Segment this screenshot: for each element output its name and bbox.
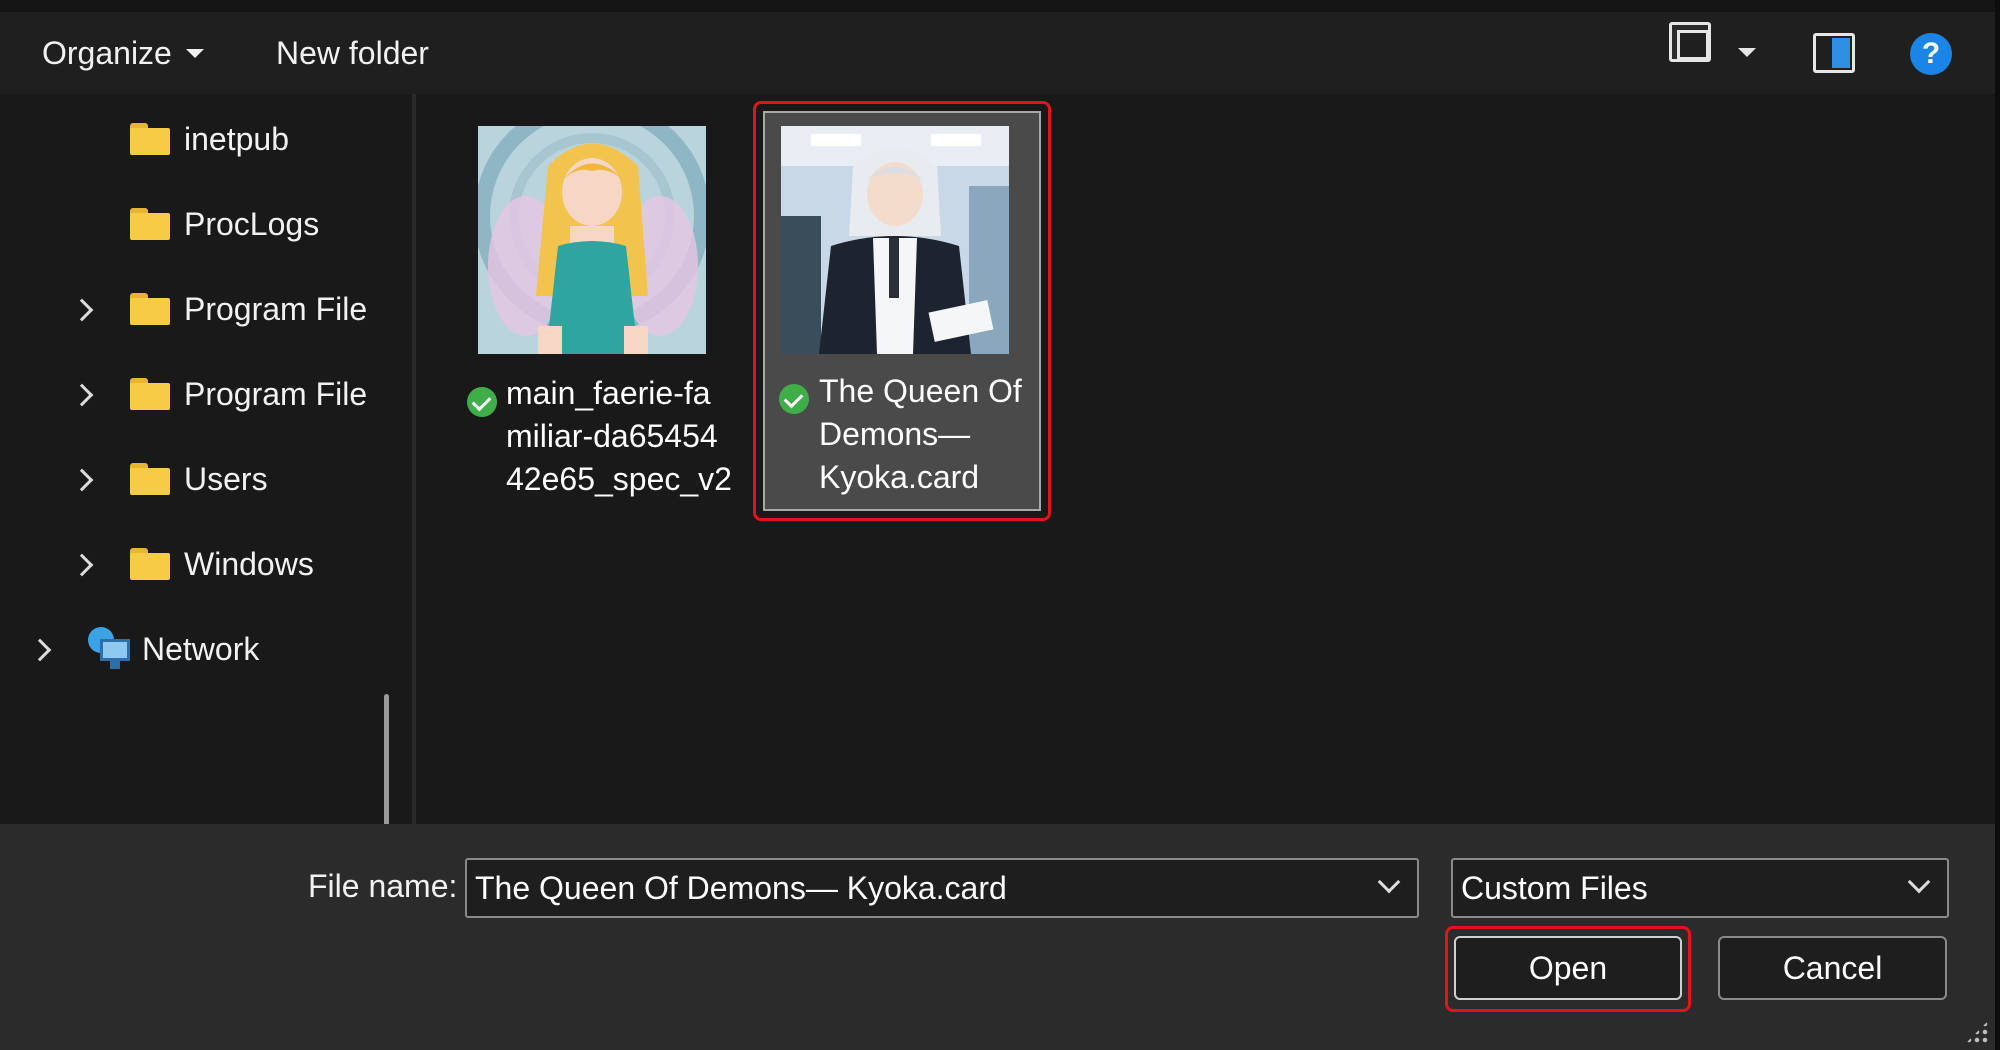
- chevron-right-icon[interactable]: [70, 298, 94, 322]
- title-strip: [0, 0, 2000, 12]
- navigation-pane: inetpub ProcLogs Program Files Program F…: [0, 94, 412, 872]
- chevron-right-icon[interactable]: [70, 553, 94, 577]
- folder-icon: [130, 123, 170, 155]
- nav-item-program-files[interactable]: Program Files: [130, 279, 366, 339]
- open-button[interactable]: Open: [1454, 936, 1682, 1000]
- nav-item-label: inetpub: [184, 120, 289, 157]
- sync-ok-check-icon: [467, 387, 497, 417]
- nav-item-label: Windows: [184, 545, 314, 582]
- file-type-select[interactable]: Custom Files: [1451, 858, 1949, 918]
- thumbnail-image: [781, 126, 1009, 354]
- view-options-caret-icon[interactable]: [1738, 48, 1756, 57]
- chevron-down-icon[interactable]: [1907, 870, 1931, 894]
- file-name-input[interactable]: The Queen Of Demons— Kyoka.card: [475, 860, 1007, 916]
- folder-icon: [130, 293, 170, 325]
- nav-item-users[interactable]: Users: [130, 449, 268, 509]
- chevron-right-icon[interactable]: [28, 638, 52, 662]
- file-name-combobox[interactable]: The Queen Of Demons— Kyoka.card: [465, 858, 1419, 918]
- folder-icon: [130, 378, 170, 410]
- nav-item-program-files-x86[interactable]: Program Files (x86): [130, 364, 366, 424]
- organize-label: Organize: [42, 34, 172, 71]
- nav-item-label: Program Files: [184, 290, 366, 327]
- nav-item-network[interactable]: Network: [86, 619, 259, 679]
- thumbnail-image: [478, 126, 706, 354]
- chevron-down-icon[interactable]: [1377, 870, 1401, 894]
- chevron-right-icon[interactable]: [70, 383, 94, 407]
- folder-icon: [130, 548, 170, 580]
- folder-icon: [130, 208, 170, 240]
- nav-item-inetpub[interactable]: inetpub: [130, 109, 289, 169]
- help-icon[interactable]: ?: [1910, 33, 1952, 75]
- network-icon: [86, 627, 132, 671]
- nav-item-label: Program Files (x86): [184, 375, 366, 412]
- cancel-button[interactable]: Cancel: [1718, 936, 1947, 1000]
- file-list-view: main_faerie-fa miliar-da65454 42e65_spec…: [416, 94, 1995, 824]
- open-file-dialog: Organize New folder ? inetpub ProcLogs P…: [0, 0, 2000, 1050]
- file-item-selected[interactable]: The Queen Of Demons— Kyoka.card: [763, 111, 1041, 511]
- nav-item-label: Network: [142, 630, 260, 667]
- preview-pane-icon[interactable]: [1813, 33, 1855, 73]
- nav-item-windows[interactable]: Windows: [130, 534, 314, 594]
- organize-menu-button[interactable]: Organize: [42, 12, 204, 94]
- file-type-value: Custom Files: [1461, 869, 1648, 906]
- chevron-right-icon[interactable]: [70, 468, 94, 492]
- file-caption: The Queen Of Demons— Kyoka.card: [819, 373, 1022, 495]
- new-folder-button[interactable]: New folder: [276, 12, 429, 94]
- sync-ok-check-icon: [779, 384, 809, 414]
- change-view-icon[interactable]: [1669, 22, 1711, 62]
- file-caption: main_faerie-fa miliar-da65454 42e65_spec…: [506, 375, 732, 497]
- folder-icon: [130, 463, 170, 495]
- nav-item-proclogs[interactable]: ProcLogs: [130, 194, 319, 254]
- caret-down-icon: [185, 48, 204, 58]
- nav-item-label: ProcLogs: [184, 205, 320, 242]
- window-edge: [1995, 0, 2000, 1050]
- file-name-label: File name:: [308, 867, 458, 904]
- nav-item-label: Users: [184, 460, 268, 497]
